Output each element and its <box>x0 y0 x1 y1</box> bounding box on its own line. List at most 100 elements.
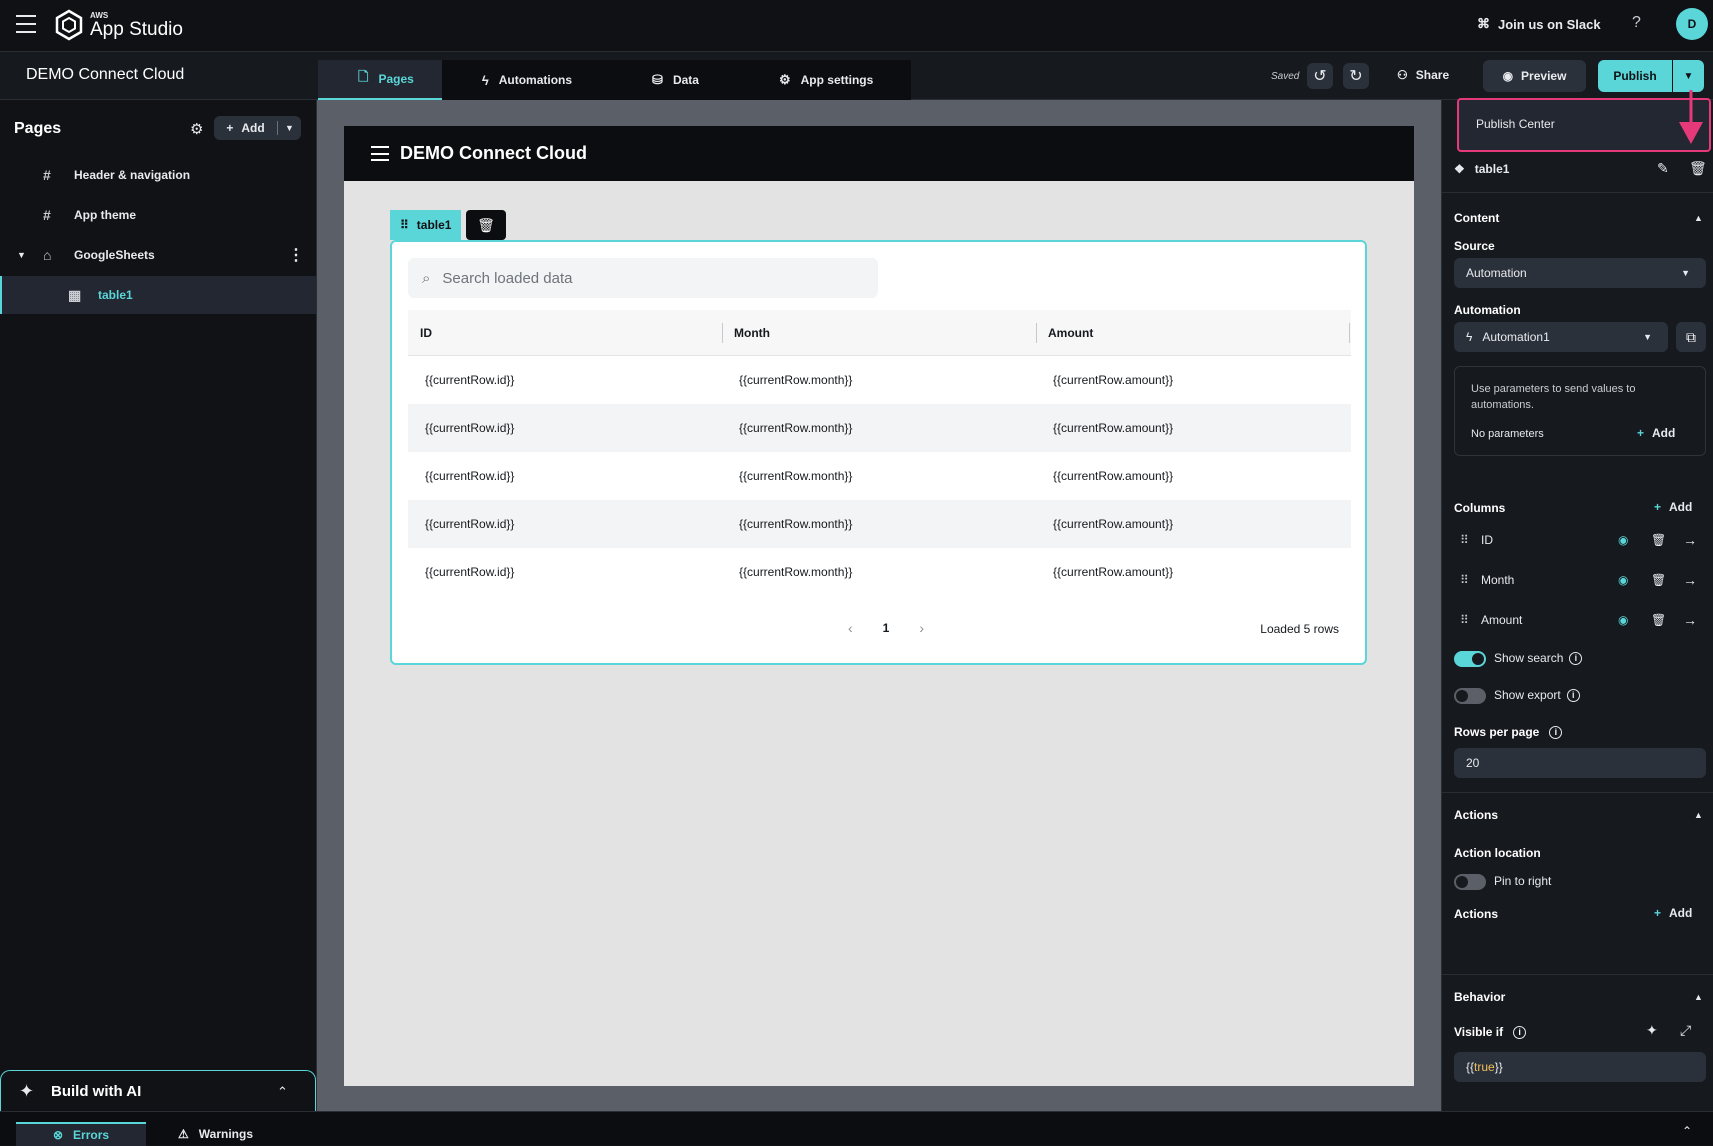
table-cell: {{currentRow.id}} <box>425 469 515 483</box>
show-search-toggle[interactable] <box>1454 651 1486 667</box>
sidebar-item-googlesheets[interactable]: ▼ ⌂ GoogleSheets ⋮ <box>0 236 316 274</box>
sidebar-item-app-theme[interactable]: # App theme <box>0 196 316 234</box>
build-with-ai-label: Build with AI <box>51 1083 142 1100</box>
plus-icon: + <box>1654 906 1662 920</box>
open-automation-button[interactable]: ⧉ <box>1676 322 1706 352</box>
publish-center-menu-item[interactable]: Publish Center <box>1476 117 1555 131</box>
table-search-input[interactable]: ⌕ Search loaded data <box>408 258 878 298</box>
tab-data[interactable]: ⛁ Data <box>600 60 739 100</box>
redo-button[interactable]: ↻ <box>1343 63 1369 89</box>
table-cell: {{currentRow.id}} <box>425 373 515 387</box>
divider <box>1442 192 1713 193</box>
table-row[interactable]: {{currentRow.id}} {{currentRow.month}} {… <box>408 548 1351 596</box>
column-header-amount[interactable]: Amount <box>1036 322 1350 343</box>
hamburger-menu-icon[interactable] <box>16 15 36 33</box>
automation-select[interactable]: ϟ Automation1 ▼ <box>1454 322 1668 352</box>
column-header-month[interactable]: Month <box>722 322 1036 343</box>
table-component[interactable]: ⌕ Search loaded data ID Month Amount {{c… <box>390 240 1367 665</box>
tab-pages[interactable]: 🗋 Pages <box>318 60 442 100</box>
tab-automations[interactable]: ϟ Automations <box>442 60 600 100</box>
eye-icon[interactable]: ◉ <box>1618 573 1628 587</box>
table-cell: {{currentRow.month}} <box>739 373 853 387</box>
trash-icon[interactable]: 🗑 <box>1689 160 1707 177</box>
sidebar-item-table1[interactable]: ▦ table1 <box>0 276 316 314</box>
content-section-title[interactable]: Content <box>1454 211 1499 225</box>
tab-app-settings[interactable]: ⚙ App settings <box>739 60 911 100</box>
column-header-id[interactable]: ID <box>408 326 722 340</box>
user-avatar[interactable]: D <box>1676 8 1708 40</box>
table-cell: {{currentRow.amount}} <box>1053 517 1174 531</box>
trash-icon[interactable]: 🗑 <box>1651 573 1666 587</box>
column-row-month[interactable]: ⠿ Month ◉ 🗑 → <box>1454 568 1706 592</box>
warnings-tab[interactable]: ⚠ Warnings <box>178 1122 253 1146</box>
pages-settings-icon[interactable]: ⚙ <box>190 120 203 138</box>
app-menu-icon[interactable] <box>371 146 389 161</box>
share-button[interactable]: ⚇ Share <box>1397 68 1449 82</box>
selected-component-tag[interactable]: ⠿ table1 <box>390 210 462 240</box>
caret-up-icon[interactable]: ▲ <box>1694 810 1703 820</box>
caret-up-icon[interactable]: ▲ <box>1694 992 1703 1002</box>
source-select[interactable]: Automation ▼ <box>1454 258 1706 288</box>
caret-down-icon[interactable]: ▼ <box>17 250 26 260</box>
actions-section-title[interactable]: Actions <box>1454 808 1498 822</box>
help-icon[interactable]: ? <box>1632 14 1641 32</box>
table-row[interactable]: {{currentRow.id}} {{currentRow.month}} {… <box>408 452 1351 500</box>
join-slack-link[interactable]: ⌘ Join us on Slack <box>1477 16 1601 32</box>
arrow-right-icon[interactable]: → <box>1683 572 1697 588</box>
drag-handle-icon[interactable]: ⠿ <box>1460 533 1469 547</box>
preview-button[interactable]: ◉ Preview <box>1483 60 1586 92</box>
add-page-dropdown-icon[interactable]: ▼ <box>278 123 301 133</box>
lightning-icon: ϟ <box>1466 330 1473 344</box>
build-with-ai-panel[interactable]: ✦ Build with AI ⌃ <box>0 1070 316 1112</box>
current-page-number[interactable]: 1 <box>883 621 890 635</box>
rows-per-page-input[interactable]: 20 <box>1454 748 1706 778</box>
table-row[interactable]: {{currentRow.id}} {{currentRow.month}} {… <box>408 356 1351 404</box>
trash-icon[interactable]: 🗑 <box>1651 533 1666 547</box>
edit-pencil-icon[interactable]: ✎ <box>1657 160 1669 177</box>
loaded-rows-status: Loaded 5 rows <box>1260 622 1339 636</box>
drag-handle-icon[interactable]: ⠿ <box>1460 613 1469 627</box>
info-icon[interactable]: i <box>1513 1025 1527 1039</box>
drag-handle-icon[interactable]: ⠿ <box>400 218 409 232</box>
drag-handle-icon[interactable]: ⠿ <box>1460 573 1469 587</box>
table-row[interactable]: {{currentRow.id}} {{currentRow.month}} {… <box>408 404 1351 452</box>
expand-icon[interactable]: ⤢ <box>1680 1022 1691 1039</box>
sparkle-icon[interactable]: ✦ <box>1646 1022 1658 1039</box>
column-row-amount[interactable]: ⠿ Amount ◉ 🗑 → <box>1454 608 1706 632</box>
table-cell: {{currentRow.month}} <box>739 517 853 531</box>
add-column-label: Add <box>1669 500 1693 514</box>
table-row[interactable]: {{currentRow.id}} {{currentRow.month}} {… <box>408 500 1351 548</box>
undo-button[interactable]: ↺ <box>1307 63 1333 89</box>
eye-icon[interactable]: ◉ <box>1618 533 1628 547</box>
chevron-up-icon[interactable]: ⌃ <box>277 1084 288 1100</box>
add-column-button[interactable]: + Add <box>1654 500 1692 514</box>
info-icon[interactable]: i <box>1549 725 1563 739</box>
join-slack-label: Join us on Slack <box>1498 16 1601 32</box>
behavior-section-title[interactable]: Behavior <box>1454 990 1505 1004</box>
info-icon[interactable]: i <box>1566 688 1580 702</box>
caret-up-icon[interactable]: ▲ <box>1694 213 1703 223</box>
add-parameter-button[interactable]: + Add <box>1637 426 1675 440</box>
show-export-toggle[interactable] <box>1454 688 1486 704</box>
add-action-button[interactable]: + Add <box>1654 906 1692 920</box>
sidebar-item-header-navigation[interactable]: # Header & navigation <box>0 156 316 194</box>
column-name: Amount <box>1481 613 1523 627</box>
table-cell: {{currentRow.amount}} <box>1053 469 1174 483</box>
add-page-button[interactable]: + Add ▼ <box>214 116 301 140</box>
chevron-up-icon[interactable]: ⌃ <box>1682 1124 1692 1138</box>
chevron-right-icon[interactable]: › <box>919 620 924 636</box>
eye-icon[interactable]: ◉ <box>1618 613 1628 627</box>
column-row-id[interactable]: ⠿ ID ◉ 🗑 → <box>1454 528 1706 552</box>
info-icon[interactable]: i <box>1569 651 1583 665</box>
trash-icon[interactable]: 🗑 <box>1651 613 1666 627</box>
more-options-icon[interactable]: ⋮ <box>288 245 304 265</box>
pin-to-right-toggle[interactable] <box>1454 874 1486 890</box>
visible-if-input[interactable]: {{ true }} <box>1454 1052 1706 1082</box>
arrow-right-icon[interactable]: → <box>1683 532 1697 548</box>
app-studio-logo[interactable]: AWS App Studio <box>54 9 183 41</box>
chevron-left-icon[interactable]: ‹ <box>848 620 853 636</box>
arrow-right-icon[interactable]: → <box>1683 612 1697 628</box>
divider <box>1442 974 1713 975</box>
errors-tab[interactable]: ⊗ Errors <box>16 1122 146 1146</box>
delete-component-button[interactable]: 🗑 <box>466 210 506 240</box>
